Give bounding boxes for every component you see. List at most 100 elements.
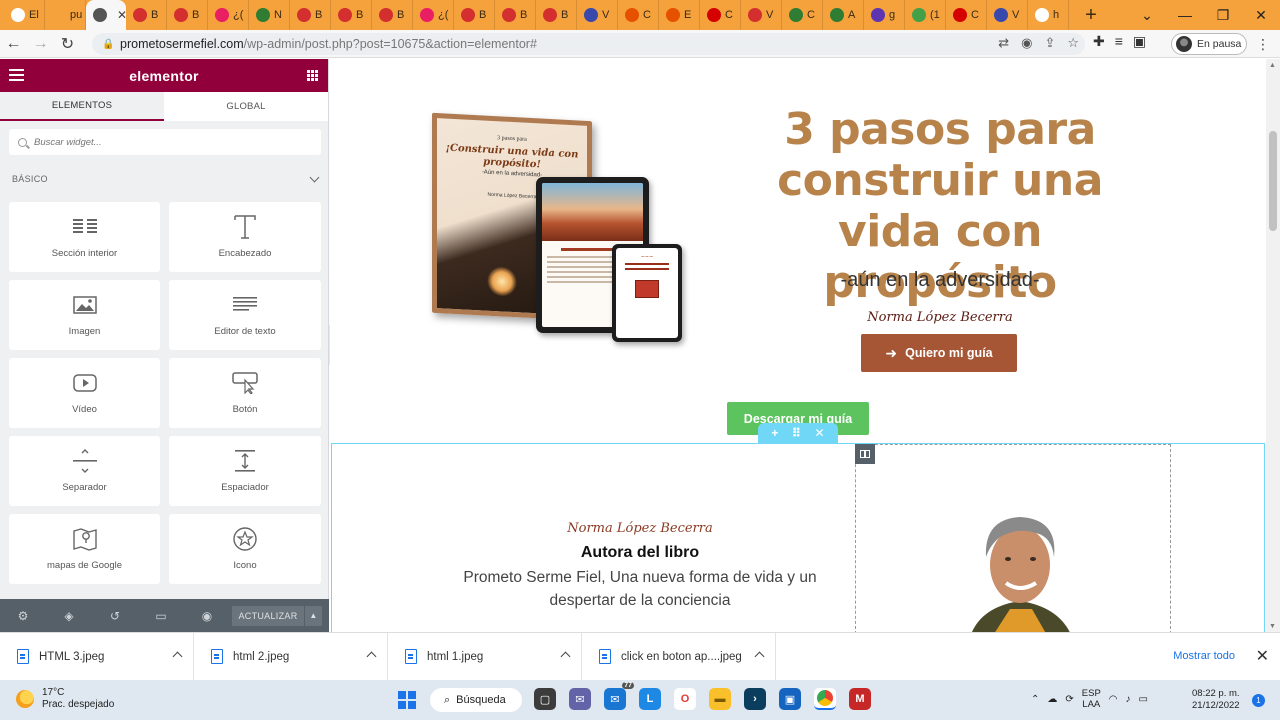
widget-columns[interactable]: Sección interior <box>9 202 160 272</box>
widgets-grid-icon[interactable] <box>307 70 318 81</box>
taskbar-search[interactable]: ⌕ Búsqueda <box>430 688 522 712</box>
widget-text-editor[interactable]: Editor de texto <box>169 280 321 350</box>
download-item[interactable]: html 2.jpeg <box>194 632 388 681</box>
close-downloads-icon[interactable]: ✕ <box>1256 646 1269 666</box>
browser-menu-icon[interactable]: ⋮ <box>1256 36 1270 53</box>
browser-tab[interactable]: ¿( <box>413 0 454 30</box>
add-section-icon[interactable]: + <box>771 426 778 440</box>
clock[interactable]: 08:22 p. m. 21/12/2022 <box>1192 688 1240 712</box>
translate-icon[interactable]: ⇄ <box>998 35 1009 51</box>
tab-global[interactable]: GLOBAL <box>164 92 328 121</box>
reload-button[interactable]: ↻ <box>54 31 81 57</box>
maximize-button[interactable]: ❐ <box>1204 0 1242 30</box>
browser-tab[interactable]: B <box>372 0 413 30</box>
notification-badge[interactable]: 1 <box>1252 694 1265 707</box>
chevron-up-icon[interactable] <box>754 651 765 661</box>
canvas-scrollbar[interactable]: ▲ ▼ <box>1266 59 1280 632</box>
download-item[interactable]: click en boton ap....jpeg <box>582 632 776 681</box>
browser-tab[interactable]: E <box>659 0 700 30</box>
tray-chevron-icon[interactable]: ⌃ <box>1031 694 1039 705</box>
history-icon[interactable]: ↺ <box>92 609 138 623</box>
hamburger-menu-icon[interactable] <box>9 69 24 81</box>
widget-heading[interactable]: Encabezado <box>169 202 321 272</box>
minimize-button[interactable]: — <box>1166 0 1204 30</box>
browser-tab[interactable]: B <box>454 0 495 30</box>
update-button[interactable]: ACTUALIZAR ▲ <box>232 605 322 626</box>
mail-icon[interactable]: ✉ 77 <box>604 682 634 710</box>
browser-tab[interactable]: A <box>823 0 864 30</box>
navigator-layers-icon[interactable]: ◈ <box>46 609 92 623</box>
address-bar[interactable]: 🔒 prometosermefiel.com/wp-admin/post.php… <box>92 33 1085 55</box>
show-all-downloads-link[interactable]: Mostrar todo <box>1173 650 1235 662</box>
opera-icon[interactable]: O <box>674 688 696 710</box>
browser-tab[interactable]: ¿( <box>208 0 249 30</box>
browser-tab[interactable]: V <box>741 0 782 30</box>
volume-icon[interactable]: ♪ <box>1126 694 1131 705</box>
security-shield-icon[interactable]: M <box>849 688 871 710</box>
hero-author-signature[interactable]: Norma López Becerra <box>830 310 1050 325</box>
widget-image[interactable]: Imagen <box>9 280 160 350</box>
settings-gear-icon[interactable]: ⚙ <box>0 609 46 623</box>
author-description[interactable]: Prometo Serme Fiel, Una nueva forma de v… <box>440 566 840 612</box>
responsive-mode-icon[interactable]: ▭ <box>138 609 184 623</box>
windows-start-icon[interactable] <box>398 691 416 709</box>
quiero-mi-guia-button[interactable]: ➜ Quiero mi guía <box>861 334 1017 372</box>
browser-tab[interactable]: B <box>331 0 372 30</box>
wifi-icon[interactable]: ◠ <box>1109 694 1118 705</box>
browser-tab[interactable]: pu <box>45 0 86 30</box>
profile-button[interactable]: En pausa <box>1171 33 1247 55</box>
l-app-icon[interactable]: L <box>639 688 661 710</box>
share-icon[interactable]: ⇪ <box>1044 35 1055 51</box>
task-view-icon[interactable]: ▢ <box>534 688 556 710</box>
browser-tab[interactable]: B <box>536 0 577 30</box>
browser-tab[interactable]: g <box>864 0 905 30</box>
update-options-chevron-icon[interactable]: ▲ <box>304 605 322 626</box>
browser-tab[interactable]: C <box>700 0 741 30</box>
browser-tab[interactable]: El <box>4 0 45 30</box>
browser-tab[interactable]: B <box>126 0 167 30</box>
extensions-puzzle-icon[interactable]: ✚ <box>1093 33 1105 50</box>
weather-widget[interactable]: 17°C Prac. despejado <box>16 687 114 711</box>
download-item[interactable]: html 1.jpeg <box>388 632 582 681</box>
browser-tab[interactable]: V <box>577 0 618 30</box>
tab-elementos[interactable]: ELEMENTOS <box>0 92 164 121</box>
reading-list-icon[interactable]: ≡ <box>1115 33 1123 50</box>
phone-mockup-image[interactable]: ~~~ <box>612 244 682 342</box>
author-signature[interactable]: Norma López Becerra <box>540 521 740 536</box>
browser-tab[interactable]: C <box>782 0 823 30</box>
close-tab-icon[interactable]: ✕ <box>117 8 126 22</box>
browser-tab[interactable]: V <box>987 0 1028 30</box>
scroll-up-arrow-icon[interactable]: ▲ <box>1269 62 1276 69</box>
bookmark-star-icon[interactable]: ☆ <box>1067 35 1079 51</box>
forward-button[interactable]: → <box>27 31 54 57</box>
widget-spacer[interactable]: Espaciador <box>169 436 321 506</box>
close-window-button[interactable]: ✕ <box>1242 0 1280 30</box>
terminal-icon[interactable]: › <box>744 688 766 710</box>
chevron-up-icon[interactable] <box>172 651 183 661</box>
sync-icon[interactable]: ⟳ <box>1065 694 1073 705</box>
scroll-down-arrow-icon[interactable]: ▼ <box>1269 623 1276 630</box>
chevron-up-icon[interactable] <box>366 651 377 661</box>
browser-tab[interactable]: N <box>249 0 290 30</box>
widget-search-input[interactable] <box>34 136 304 148</box>
widget-button[interactable]: Botón <box>169 358 321 428</box>
browser-tab[interactable]: (1 <box>905 0 946 30</box>
hero-subheading[interactable]: -aún en la adversidad- <box>720 269 1160 292</box>
browser-tab[interactable]: h <box>1028 0 1069 30</box>
browser-tab[interactable]: C <box>618 0 659 30</box>
drag-section-icon[interactable]: ⠿ <box>792 426 801 440</box>
browser-tab[interactable]: B <box>495 0 536 30</box>
column-edit-handle[interactable] <box>855 444 875 464</box>
new-tab-button[interactable]: + <box>1077 0 1105 30</box>
widget-map[interactable]: mapas de Google <box>9 514 160 584</box>
store-app-icon[interactable]: ▣ <box>779 688 801 710</box>
eye-icon[interactable]: ◉ <box>1021 35 1032 51</box>
onedrive-cloud-icon[interactable]: ☁ <box>1047 694 1057 705</box>
battery-icon[interactable]: ▭ <box>1139 694 1148 705</box>
author-portrait-image[interactable] <box>940 497 1100 632</box>
widget-divider[interactable]: Separador <box>9 436 160 506</box>
chrome-icon[interactable] <box>814 688 836 710</box>
browser-tab[interactable]: ✕ <box>86 0 126 30</box>
back-button[interactable]: ← <box>0 31 27 57</box>
tab-search-chevron-icon[interactable]: ⌄ <box>1128 0 1166 30</box>
